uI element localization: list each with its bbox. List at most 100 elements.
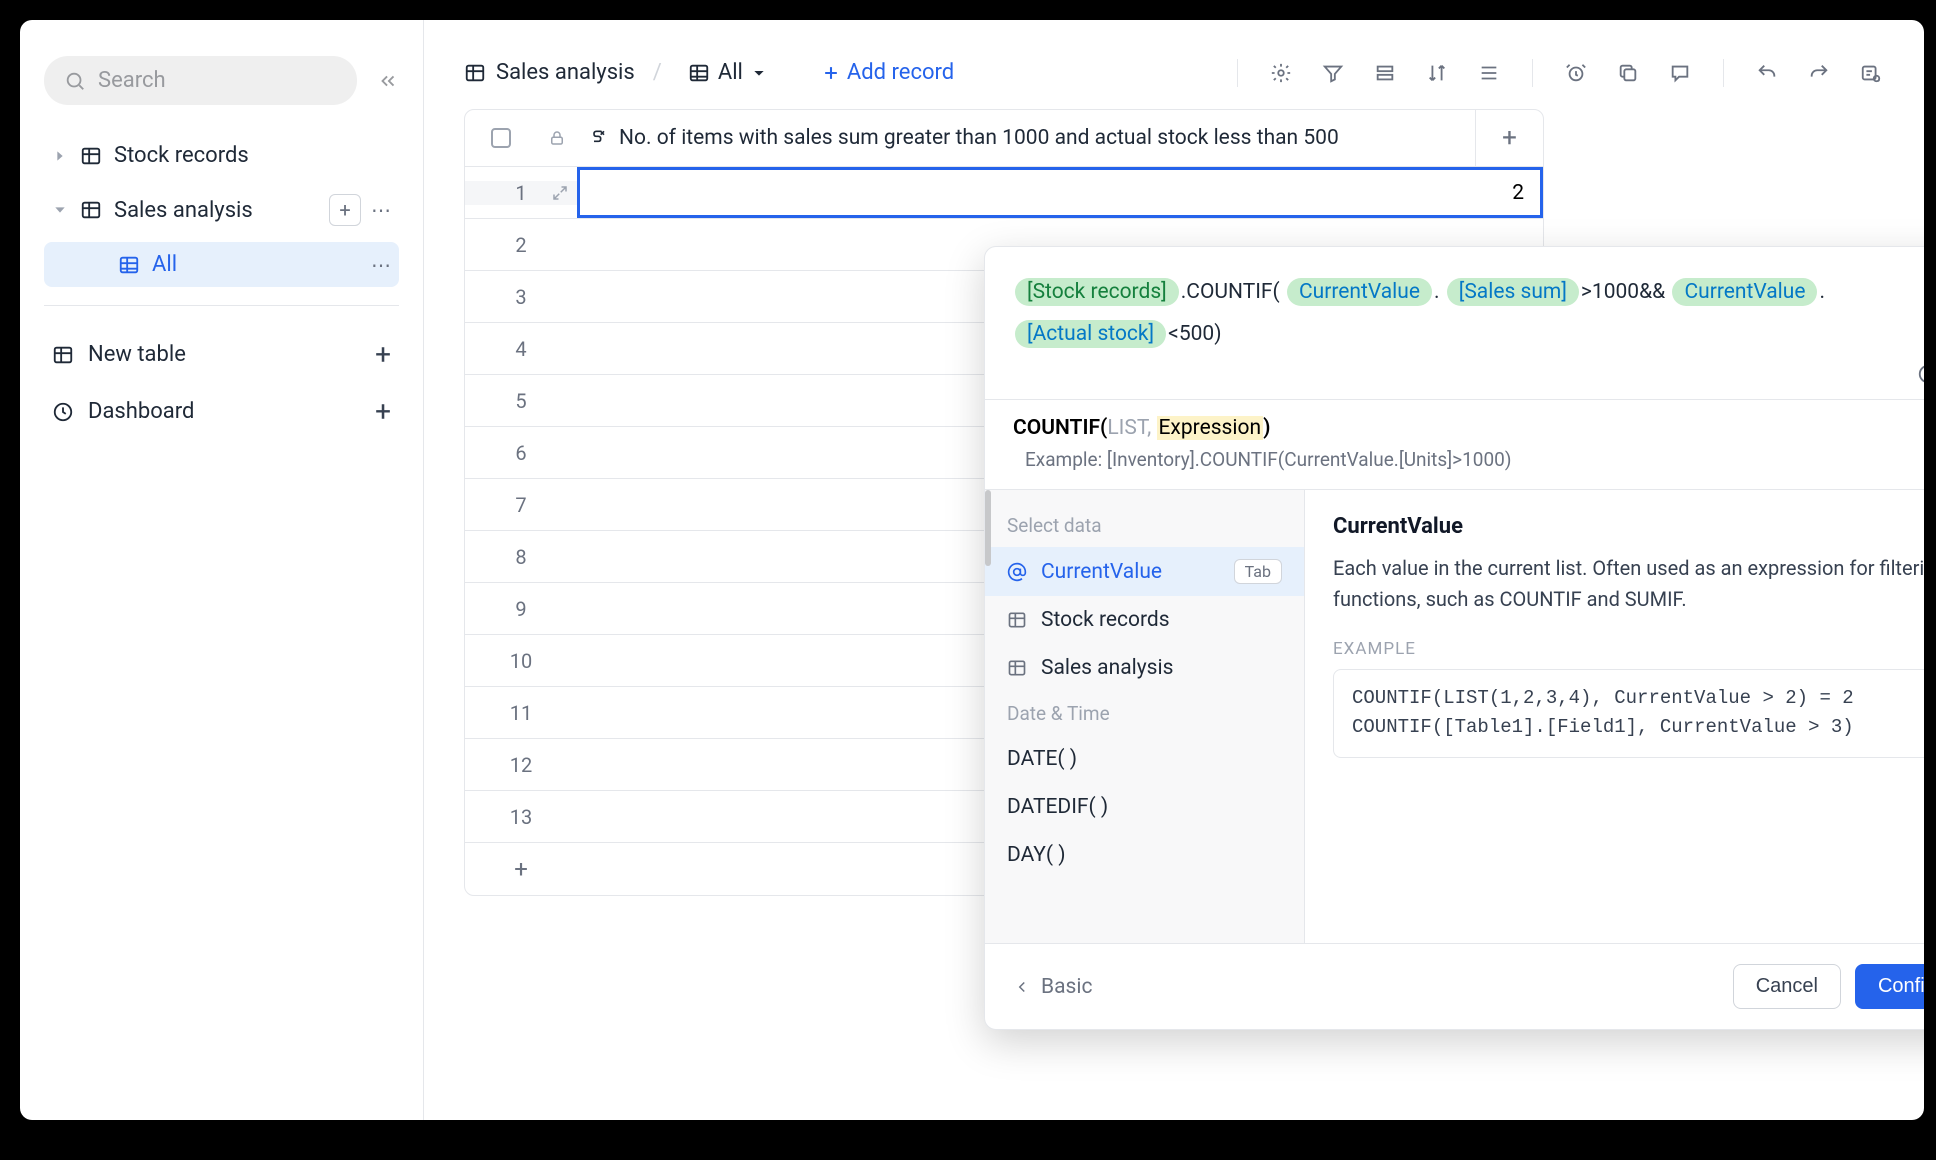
formula-body: Select data CurrentValueTabStock records… — [985, 489, 1924, 943]
lock-icon — [537, 113, 577, 163]
comment-icon[interactable] — [1663, 58, 1697, 88]
search-placeholder: Search — [98, 68, 166, 93]
dashboard-button[interactable]: Dashboard + — [44, 383, 399, 440]
label: Dashboard — [88, 399, 194, 424]
find-icon[interactable] — [1854, 58, 1888, 88]
row-number: 4 — [465, 337, 577, 361]
search-input[interactable]: Search — [44, 56, 357, 105]
suggestion-item[interactable]: DATE( ) — [985, 735, 1304, 783]
add-record-button[interactable]: Add record — [821, 60, 954, 85]
formula-icon — [589, 128, 609, 148]
signature-hint: COUNTIF(LIST, Expression) Example: [Inve… — [985, 399, 1924, 489]
row-number: 12 — [465, 753, 577, 777]
filter-icon[interactable] — [1316, 58, 1350, 88]
label: Basic — [1041, 975, 1092, 999]
formula-input[interactable]: [Stock records].COUNTIF( CurrentValue. [… — [985, 247, 1924, 399]
label: New table — [88, 342, 186, 367]
more-icon[interactable]: ⋯ — [371, 198, 391, 222]
row-number: 11 — [465, 701, 577, 725]
formula-footer: Basic Cancel Confirm — [985, 943, 1924, 1029]
more-icon[interactable]: ⋯ — [371, 253, 391, 277]
table-icon — [80, 145, 102, 167]
suggestion-list[interactable]: Select data CurrentValueTab Stock records… — [985, 490, 1305, 943]
example-label: EXAMPLE — [1333, 639, 1924, 659]
undo-icon[interactable] — [1750, 58, 1784, 88]
row-number: 9 — [465, 597, 577, 621]
help-icon[interactable] — [1917, 363, 1924, 385]
back-button[interactable]: Basic — [1013, 975, 1092, 999]
plus-icon: + — [465, 855, 577, 883]
cell[interactable]: 2 — [577, 167, 1543, 218]
divider — [44, 305, 399, 306]
confirm-button[interactable]: Confirm — [1855, 964, 1924, 1009]
suggestion-item[interactable]: DATEDIF( ) — [985, 783, 1304, 831]
token-currentvalue: CurrentValue — [1672, 278, 1817, 306]
row-number: 3 — [465, 285, 577, 309]
sidebar-item-sales-analysis[interactable]: Sales analysis + ⋯ — [44, 184, 399, 236]
suggestion-label: DATE( ) — [1007, 747, 1077, 771]
row-number: 7 — [465, 493, 577, 517]
suggestion-label: Sales analysis — [1041, 656, 1173, 680]
chevron-down-icon — [751, 65, 767, 81]
suggestion-label: Stock records — [1041, 608, 1170, 632]
reminder-icon[interactable] — [1559, 58, 1593, 88]
expand-row-icon[interactable] — [551, 184, 569, 202]
token-field-ref: [Actual stock] — [1015, 320, 1166, 348]
row-number: 13 — [465, 805, 577, 829]
select-all-checkbox[interactable] — [465, 112, 537, 164]
token-func: .COUNTIF( — [1181, 280, 1280, 304]
grid-header: No. of items with sales sum greater than… — [465, 110, 1543, 167]
label: Add record — [847, 60, 954, 85]
collapse-sidebar-icon[interactable] — [377, 70, 399, 92]
toolbar: Sales analysis / All Add record — [464, 56, 1888, 89]
chevron-down-icon — [52, 202, 68, 218]
group-icon[interactable] — [1368, 58, 1402, 88]
cancel-button[interactable]: Cancel — [1733, 964, 1841, 1009]
label: Sales analysis — [496, 60, 635, 85]
add-view-button[interactable]: + — [329, 194, 361, 226]
token-table-ref: [Stock records] — [1015, 278, 1179, 306]
separator: / — [653, 60, 662, 85]
row-height-icon[interactable] — [1472, 58, 1506, 88]
column-header[interactable]: No. of items with sales sum greater than… — [577, 110, 1475, 166]
suggestion-category: Select data — [985, 504, 1304, 547]
suggestion-category: Date & Time — [985, 692, 1304, 735]
suggestion-item[interactable]: Stock records — [985, 596, 1304, 644]
suggestion-label: DAY( ) — [1007, 843, 1066, 867]
suggestion-item[interactable]: Sales analysis — [985, 644, 1304, 692]
sidebar-view-label: All — [152, 252, 177, 277]
token-op: >1000&& — [1581, 280, 1665, 304]
sidebar-item-stock-records[interactable]: Stock records — [44, 133, 399, 178]
tab-badge: Tab — [1234, 559, 1282, 584]
settings-icon[interactable] — [1264, 58, 1298, 88]
sort-icon[interactable] — [1420, 58, 1454, 88]
new-table-button[interactable]: New table + — [44, 326, 399, 383]
breadcrumb-table[interactable]: Sales analysis — [464, 60, 635, 85]
sidebar-item-label: Stock records — [114, 143, 249, 168]
signature-example: Example: [Inventory].COUNTIF(CurrentValu… — [1013, 448, 1924, 471]
suggestion-item[interactable]: CurrentValueTab — [985, 547, 1304, 596]
plus-icon — [821, 63, 841, 83]
row-number: 6 — [465, 441, 577, 465]
view-selector[interactable]: All — [680, 56, 775, 89]
chevron-right-icon — [52, 148, 68, 164]
token-currentvalue: CurrentValue — [1287, 278, 1432, 306]
sidebar-item-label: Sales analysis — [114, 198, 253, 223]
token-close: <500) — [1168, 322, 1221, 346]
table-icon — [1007, 610, 1029, 630]
table-icon — [1007, 658, 1029, 678]
main-content: Sales analysis / All Add record — [424, 20, 1924, 1120]
add-column-button[interactable]: + — [1475, 110, 1543, 166]
at-icon — [1007, 562, 1029, 582]
sidebar-view-all[interactable]: All ⋯ — [44, 242, 399, 287]
table-icon — [52, 344, 74, 366]
suggestion-item[interactable]: DAY( ) — [985, 831, 1304, 879]
doc-description: Each value in the current list. Often us… — [1333, 553, 1924, 615]
row-number: 10 — [465, 649, 577, 673]
redo-icon[interactable] — [1802, 58, 1836, 88]
copy-icon[interactable] — [1611, 58, 1645, 88]
column-label: No. of items with sales sum greater than… — [619, 126, 1339, 150]
doc-title: CurrentValue — [1333, 514, 1924, 539]
table-row[interactable]: 12 — [465, 167, 1543, 219]
search-icon — [64, 70, 86, 92]
